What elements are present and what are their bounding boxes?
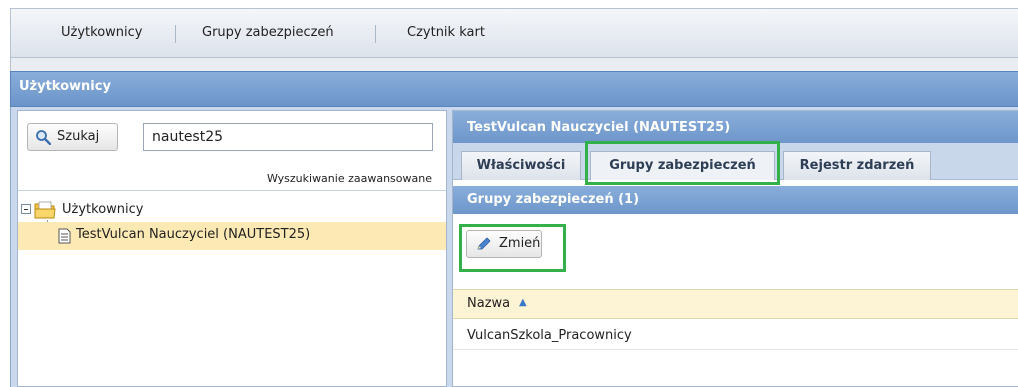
search-button-label: Szukaj bbox=[57, 129, 100, 144]
search-icon bbox=[36, 130, 51, 145]
top-tab-card-reader[interactable]: Czytnik kart bbox=[401, 9, 491, 57]
tree-item-user[interactable]: TestVulcan Nauczyciel (NAUTEST25) bbox=[18, 222, 446, 250]
user-list-panel: Szukaj nautest25 Wyszukiwanie zaawansowa… bbox=[17, 110, 447, 387]
table-cell-name: VulcanSzkola_Pracownicy bbox=[467, 328, 632, 343]
tree-collapse-icon[interactable] bbox=[21, 204, 31, 214]
search-button[interactable]: Szukaj bbox=[27, 123, 118, 151]
column-header-name[interactable]: Nazwa bbox=[467, 296, 510, 311]
main-panel-title: Użytkownicy bbox=[19, 79, 111, 94]
groups-grid-header[interactable]: Nazwa ▲ bbox=[453, 289, 1018, 319]
security-groups-section-title: Grupy zabezpieczeń (1) bbox=[467, 192, 640, 207]
tree-item-label: TestVulcan Nauczyciel (NAUTEST25) bbox=[76, 227, 311, 242]
user-details-header: TestVulcan Nauczyciel (NAUTEST25) bbox=[453, 111, 1018, 143]
menu-strip bbox=[10, 58, 1018, 71]
edit-highlight-box bbox=[459, 224, 566, 272]
main-panel-header: Użytkownicy bbox=[10, 71, 1018, 107]
table-row[interactable]: VulcanSzkola_Pracownicy bbox=[453, 320, 1018, 350]
sort-ascending-icon: ▲ bbox=[519, 297, 527, 308]
top-tab-separator bbox=[175, 25, 176, 43]
tree-root-label: Użytkownicy bbox=[62, 202, 144, 217]
tab-highlight-box bbox=[585, 141, 780, 185]
top-tab-separator bbox=[375, 25, 376, 43]
folder-icon bbox=[34, 201, 56, 219]
tree-divider bbox=[18, 190, 446, 191]
document-icon bbox=[58, 228, 71, 244]
user-details-panel: TestVulcan Nauczyciel (NAUTEST25) Właści… bbox=[452, 110, 1018, 387]
user-details-title: TestVulcan Nauczyciel (NAUTEST25) bbox=[467, 120, 731, 135]
top-tab-security-groups[interactable]: Grupy zabezpieczeń bbox=[196, 9, 340, 57]
tree-node-users[interactable]: Użytkownicy bbox=[18, 199, 446, 221]
tab-event-log[interactable]: Rejestr zdarzeń bbox=[783, 151, 931, 180]
security-groups-section-header: Grupy zabezpieczeń (1) bbox=[453, 186, 1018, 214]
top-tab-users[interactable]: Użytkownicy bbox=[55, 9, 148, 57]
tab-properties[interactable]: Właściwości bbox=[461, 151, 581, 180]
advanced-search-link[interactable]: Wyszukiwanie zaawansowane bbox=[267, 172, 432, 185]
search-input[interactable]: nautest25 bbox=[143, 123, 433, 151]
top-menu-bar: Użytkownicy Grupy zabezpieczeń Czytnik k… bbox=[10, 8, 1018, 58]
